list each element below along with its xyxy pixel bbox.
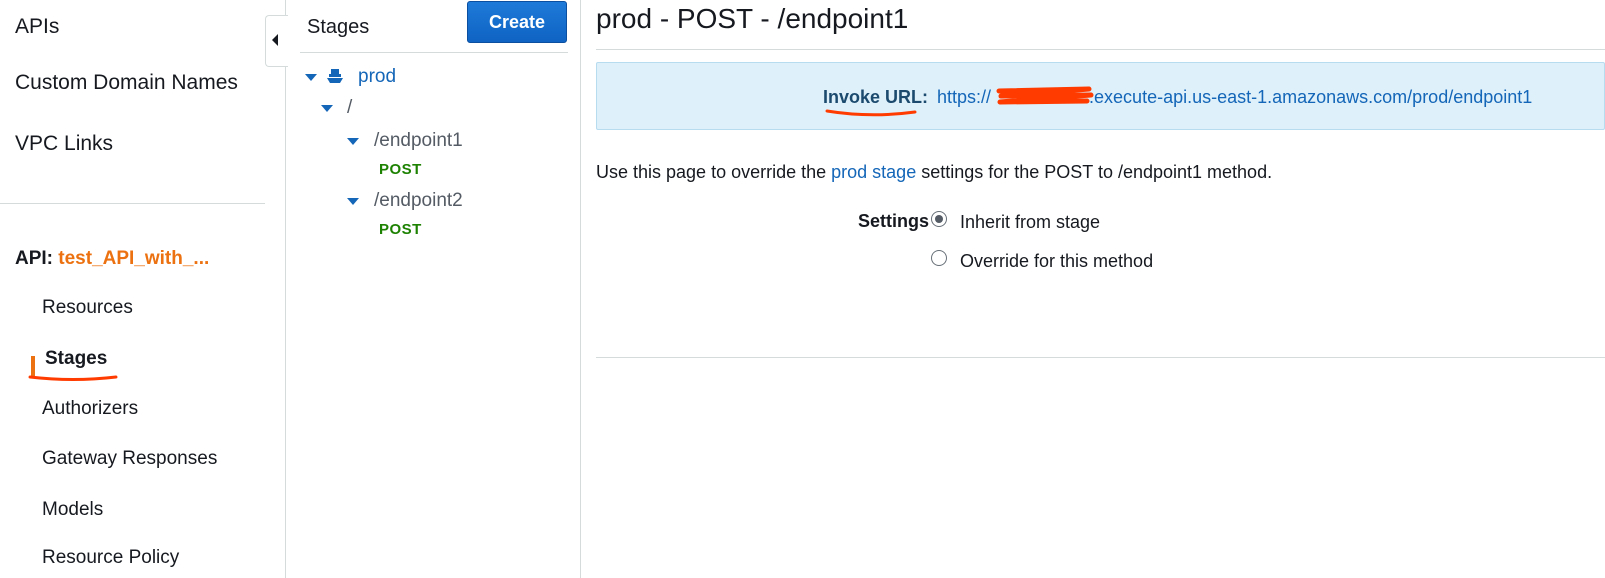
expand-caret-icon[interactable] bbox=[321, 105, 333, 112]
caret-left-icon bbox=[272, 34, 278, 46]
description-part: settings for the POST to /endpoint1 meth… bbox=[916, 162, 1273, 182]
tree-method-post[interactable]: POST bbox=[379, 221, 422, 238]
stages-panel: Stages Create prod / /endpoint1 POST /en… bbox=[287, 0, 581, 578]
left-navigation: APIs Custom Domain Names VPC Links API: … bbox=[0, 0, 286, 578]
stages-title: Stages bbox=[307, 16, 370, 38]
api-name-link[interactable]: test_API_with_... bbox=[58, 248, 209, 269]
page-title: prod - POST - /endpoint1 bbox=[596, 3, 909, 34]
nav-item-custom-domain-names[interactable]: Custom Domain Names bbox=[15, 71, 238, 95]
annotation-underline-invoke bbox=[825, 109, 917, 117]
api-prefix: API: bbox=[15, 248, 53, 269]
settings-label: Settings bbox=[858, 211, 930, 231]
nav-item-vpc-links[interactable]: VPC Links bbox=[15, 132, 113, 156]
nav-item-gateway-responses[interactable]: Gateway Responses bbox=[42, 448, 217, 470]
nav-divider bbox=[0, 203, 265, 204]
invoke-url-banner: Invoke URL: https:// .execute-api.us-east… bbox=[596, 62, 1605, 130]
nav-item-authorizers[interactable]: Authorizers bbox=[42, 398, 138, 420]
create-stage-button[interactable]: Create bbox=[467, 1, 567, 43]
expand-caret-icon[interactable] bbox=[347, 198, 359, 205]
nav-item-resource-policy[interactable]: Resource Policy bbox=[42, 547, 179, 569]
radio-label-override[interactable]: Override for this method bbox=[960, 251, 1153, 272]
tree-resource-endpoint2[interactable]: /endpoint2 bbox=[374, 190, 463, 212]
tree-resource-endpoint1[interactable]: /endpoint1 bbox=[374, 130, 463, 152]
invoke-url-label: Invoke URL: bbox=[823, 87, 929, 107]
redaction-scribble bbox=[996, 86, 1094, 105]
nav-item-stages[interactable]: Stages bbox=[45, 348, 107, 370]
radio-inherit-from-stage[interactable] bbox=[931, 211, 947, 227]
tree-root-resource[interactable]: / bbox=[347, 97, 352, 119]
prod-stage-link[interactable]: prod stage bbox=[831, 162, 916, 182]
radio-override-method[interactable] bbox=[931, 250, 947, 266]
stage-icon bbox=[327, 69, 343, 83]
invoke-url-suffix: .execute-api.us-east-1.amazonaws.com/pro… bbox=[1089, 87, 1533, 107]
stages-divider bbox=[300, 52, 568, 53]
nav-item-models[interactable]: Models bbox=[42, 499, 103, 521]
expand-caret-icon[interactable] bbox=[347, 138, 359, 145]
invoke-url-prefix: https:// bbox=[937, 87, 992, 107]
tree-method-post[interactable]: POST bbox=[379, 161, 422, 178]
description-text: Use this page to override the prod stage… bbox=[596, 162, 1272, 183]
nav-item-apis[interactable]: APIs bbox=[15, 15, 59, 39]
tree-stage-prod[interactable]: prod bbox=[358, 66, 396, 88]
radio-label-inherit[interactable]: Inherit from stage bbox=[960, 212, 1100, 233]
expand-caret-icon[interactable] bbox=[305, 74, 317, 81]
description-part: Use this page to override the bbox=[596, 162, 832, 182]
annotation-underline-stages bbox=[28, 375, 118, 381]
section-divider bbox=[596, 357, 1605, 358]
title-divider bbox=[596, 49, 1605, 50]
api-heading: API: test_API_with_... bbox=[15, 248, 209, 270]
main-content: prod - POST - /endpoint1 Invoke URL: htt… bbox=[582, 0, 1605, 578]
collapse-nav-button[interactable] bbox=[265, 15, 288, 67]
nav-item-resources[interactable]: Resources bbox=[42, 297, 133, 319]
